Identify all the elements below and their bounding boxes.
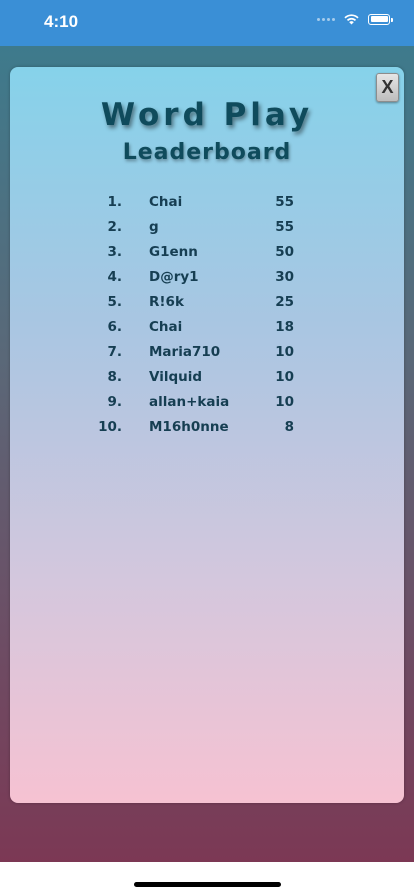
leaderboard-row: 9. allan+kaia 10	[10, 390, 404, 415]
cellular-signal-icon	[317, 17, 335, 21]
player-score: 55	[275, 219, 294, 235]
leaderboard-heading: Leaderboard	[122, 140, 292, 165]
leaderboard-row: 6. Chai 18	[10, 315, 404, 340]
leaderboard-list: 1. Chai 55 2. g 55 3. G1enn 50 4. D@ry1 …	[10, 190, 404, 440]
player-score: 55	[275, 194, 294, 210]
player-score: 50	[275, 244, 294, 260]
rank-label: 8.	[107, 369, 122, 385]
player-name: M16h0nne	[149, 419, 229, 435]
rank-label: 10.	[98, 419, 122, 435]
leaderboard-row: 2. g 55	[10, 215, 404, 240]
player-score: 8	[284, 419, 294, 435]
rank-label: 7.	[107, 344, 122, 360]
player-name: D@ry1	[149, 269, 199, 285]
player-score: 10	[275, 394, 294, 410]
home-indicator-area	[0, 862, 414, 896]
player-name: R!6k	[149, 294, 184, 310]
leaderboard-row: 8. Vilquid 10	[10, 365, 404, 390]
player-name: Maria710	[149, 344, 221, 360]
player-name: G1enn	[149, 244, 198, 260]
leaderboard-row: 3. G1enn 50	[10, 240, 404, 265]
player-score: 10	[275, 369, 294, 385]
rank-label: 5.	[107, 294, 122, 310]
player-name: Chai	[149, 194, 183, 210]
leaderboard-row: 5. R!6k 25	[10, 290, 404, 315]
rank-label: 1.	[107, 194, 122, 210]
player-name: allan+kaia	[149, 394, 230, 410]
leaderboard-row: 4. D@ry1 30	[10, 265, 404, 290]
home-indicator[interactable]	[134, 882, 281, 887]
rank-label: 3.	[107, 244, 122, 260]
player-score: 18	[275, 319, 294, 335]
rank-label: 6.	[107, 319, 122, 335]
player-score: 10	[275, 344, 294, 360]
leaderboard-row: 10. M16h0nne 8	[10, 415, 404, 440]
leaderboard-card: X Word Play Leaderboard 1. Chai 55 2. g …	[10, 67, 404, 803]
rank-label: 9.	[107, 394, 122, 410]
player-name: Vilquid	[149, 369, 203, 385]
leaderboard-row: 7. Maria710 10	[10, 340, 404, 365]
status-time: 4:10	[44, 12, 79, 31]
player-name: g	[149, 219, 159, 235]
rank-label: 4.	[107, 269, 122, 285]
player-name: Chai	[149, 319, 183, 335]
status-bar: 4:10	[0, 0, 414, 46]
battery-icon	[368, 13, 393, 25]
leaderboard-row: 1. Chai 55	[10, 190, 404, 215]
wifi-icon	[344, 14, 359, 25]
app-title: Word Play	[100, 97, 314, 133]
status-icons	[317, 13, 393, 25]
player-score: 25	[275, 294, 294, 310]
player-score: 30	[275, 269, 294, 285]
rank-label: 2.	[107, 219, 122, 235]
